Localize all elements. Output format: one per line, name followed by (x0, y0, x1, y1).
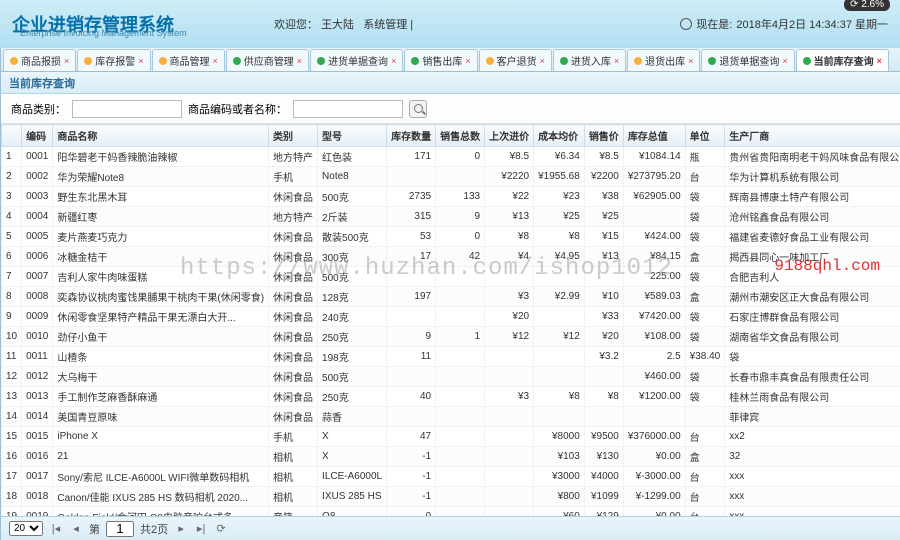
pager-last-icon[interactable]: ▸| (194, 522, 208, 536)
column-header[interactable]: 库存总值 (623, 125, 685, 147)
tab[interactable]: 进货单据查询× (310, 49, 403, 71)
table-row[interactable]: 140014美国青豆原味休闲食品蒜香菲律宾 (2, 407, 900, 427)
table-row[interactable]: 40004新疆红枣地方特产2斤装3159¥13¥25¥25袋沧州铭鑫食品有限公司 (2, 207, 900, 227)
tab[interactable]: 商品管理× (152, 49, 225, 71)
table-row[interactable]: 90009休闲零食坚果特产精品干果无漂白大开...休闲食品240克¥20¥33¥… (2, 307, 900, 327)
close-icon[interactable]: × (64, 56, 69, 66)
close-icon[interactable]: × (688, 56, 693, 66)
column-header[interactable]: 销售价 (584, 125, 623, 147)
column-header[interactable] (2, 125, 22, 147)
column-header[interactable]: 编码 (22, 125, 53, 147)
welcome-prefix: 欢迎您： (274, 19, 318, 31)
column-header[interactable]: 类别 (269, 125, 318, 147)
table-row[interactable]: 130013手工制作芝麻香酥麻通休闲食品250克40¥3¥8¥8¥1200.00… (2, 387, 900, 407)
table-row[interactable]: 70007吉利人家牛肉味蛋糕休闲食品500克225.00袋合肥吉利人 (2, 267, 900, 287)
clock-time: 2018年4月2日 14:34:37 星期一 (736, 16, 888, 32)
pager-refresh-icon[interactable]: ⟳ (214, 522, 228, 536)
table-row[interactable]: 30003野生东北黑木耳休闲食品500克2735133¥22¥23¥38¥629… (2, 187, 900, 207)
pager-suffix: 共2页 (140, 521, 168, 537)
tab[interactable]: 销售出库× (404, 49, 477, 71)
close-icon[interactable]: × (465, 56, 470, 66)
column-header[interactable]: 型号 (318, 125, 387, 147)
close-icon[interactable]: × (391, 56, 396, 66)
tab[interactable]: 商品报损× (3, 49, 76, 71)
tab[interactable]: 库存报警× (77, 49, 150, 71)
close-icon[interactable]: × (213, 56, 218, 66)
close-icon[interactable]: × (782, 56, 787, 66)
clock-icon (680, 18, 692, 30)
search-icon (414, 104, 423, 113)
tab[interactable]: 供应商管理× (226, 49, 309, 71)
search-label-name: 商品编码或者名称： (188, 101, 287, 117)
table-row[interactable]: 180018Canon/佳能 IXUS 285 HS 数码相机 2020...相… (2, 487, 900, 507)
page-input[interactable] (106, 521, 134, 537)
clock-prefix: 现在是: (696, 16, 732, 32)
table-row[interactable]: 20002华为荣耀Note8手机Note8¥2220¥1955.68¥2200¥… (2, 167, 900, 187)
column-header[interactable]: 上次进价 (485, 125, 534, 147)
page-size-select[interactable]: 20 (9, 521, 43, 536)
pager-prev-icon[interactable]: ◂ (69, 522, 83, 536)
close-icon[interactable]: × (614, 56, 619, 66)
category-input[interactable] (72, 100, 182, 118)
app-subtitle: Enterprise Invoicing Management System (20, 28, 187, 38)
close-icon[interactable]: × (877, 56, 882, 66)
table-row[interactable]: 170017Sony/索尼 ILCE-A6000L WIFI微单数码相机相机IL… (2, 467, 900, 487)
column-header[interactable]: 库存数量 (387, 125, 436, 147)
tab[interactable]: 当前库存查询× (796, 49, 889, 71)
close-icon[interactable]: × (138, 56, 143, 66)
panel-title: 当前库存查询 (9, 75, 75, 91)
top-menu[interactable]: 系统管理 (363, 19, 407, 31)
tab[interactable]: 进货入库× (553, 49, 626, 71)
table-row[interactable]: 10001阳华碧老干妈香辣脆油辣椒地方特产红色装1710¥8.5¥6.34¥8.… (2, 147, 900, 167)
column-header[interactable]: 商品名称 (53, 125, 269, 147)
column-header[interactable]: 成本均价 (534, 125, 585, 147)
close-icon[interactable]: × (297, 56, 302, 66)
search-label-category: 商品类别： (11, 101, 66, 117)
table-row[interactable]: 80008奕森协议桃肉蜜饯果脯果干桃肉干果(休闲零食)休闲食品128克197¥3… (2, 287, 900, 307)
table-row[interactable]: 150015iPhone X手机X47¥8000¥9500¥376000.00台… (2, 427, 900, 447)
column-header[interactable]: 生产厂商 (725, 125, 900, 147)
welcome-user: 王大陆 (321, 19, 354, 31)
tab[interactable]: 退货单据查询× (701, 49, 794, 71)
table-row[interactable]: 16001621相机X-1¥103¥130¥0.00盒32 (2, 447, 900, 467)
table-row[interactable]: 50005麦片燕麦巧克力休闲食品散装500克530¥8¥8¥15¥424.00袋… (2, 227, 900, 247)
table-row[interactable]: 190019Golden Field/金河田 Q8电脑音响台式多...音箱Q80… (2, 507, 900, 517)
column-header[interactable]: 单位 (685, 125, 725, 147)
column-header[interactable]: 销售总数 (436, 125, 485, 147)
tab[interactable]: 客户退货× (479, 49, 552, 71)
name-input[interactable] (293, 100, 403, 118)
tab[interactable]: 退货出库× (627, 49, 700, 71)
pager-first-icon[interactable]: |◂ (49, 522, 63, 536)
table-row[interactable]: 120012大乌梅干休闲食品500克¥460.00袋长春市鼎丰真食品有限责任公司 (2, 367, 900, 387)
pager-prefix: 第 (89, 521, 100, 537)
close-icon[interactable]: × (540, 56, 545, 66)
table-row[interactable]: 100010劲仔小鱼干休闲食品250克91¥12¥12¥20¥108.00袋湖南… (2, 327, 900, 347)
pager-next-icon[interactable]: ▸ (174, 522, 188, 536)
table-row[interactable]: 110011山楂条休闲食品198克11¥3.22.5¥38.40袋临朐县七贤升利… (2, 347, 900, 367)
search-button[interactable] (409, 100, 427, 118)
table-row[interactable]: 60006冰糖金桔干休闲食品300克1742¥4¥4.95¥13¥84.15盒揭… (2, 247, 900, 267)
